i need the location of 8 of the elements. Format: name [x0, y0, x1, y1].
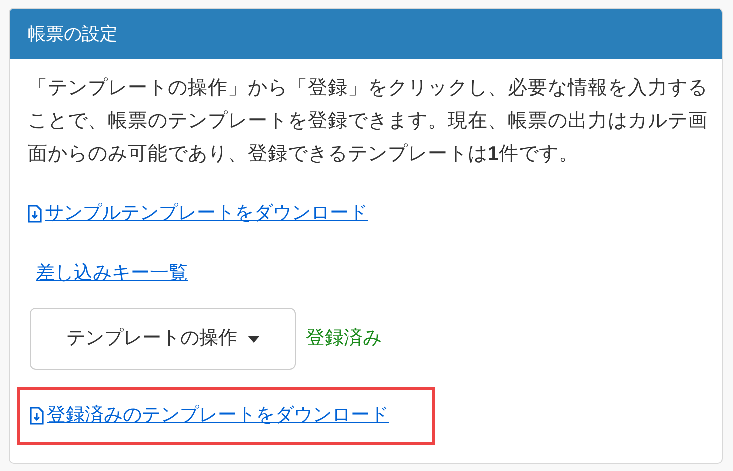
- file-download-icon: [28, 205, 42, 223]
- file-download-icon: [30, 407, 44, 425]
- card-title: 帳票の設定: [28, 22, 118, 46]
- template-actions-dropdown[interactable]: テンプレートの操作: [30, 308, 296, 370]
- caret-icon: [248, 336, 260, 342]
- status-text: 登録済み: [306, 326, 382, 351]
- description-text: 「テンプレートの操作」から「登録」をクリックし、必要な情報を入力することで、帳票のテンプレートを登録できます。現在、帳票の出力はカルテ画面からのみ可能であり、登録できるテンプレートは1件です。: [28, 76, 709, 167]
- merge-keys-link[interactable]: 差し込みキー一覧: [36, 260, 188, 288]
